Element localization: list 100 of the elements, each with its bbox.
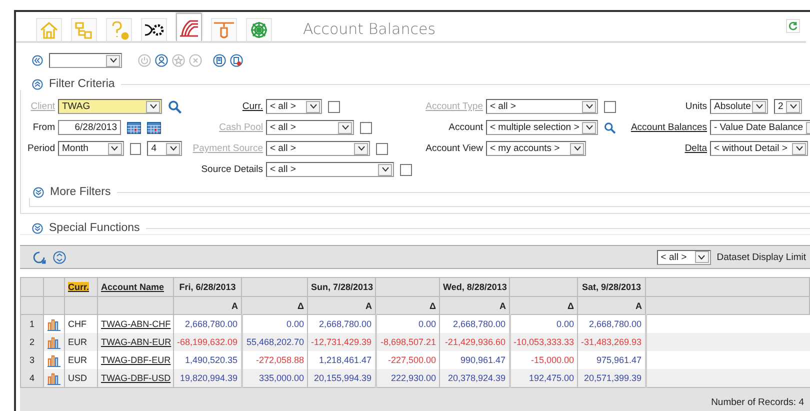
table-cell: -272,058.88 [256,355,304,365]
field-link[interactable]: Delta [684,143,707,154]
chevron-down-icon [796,146,802,151]
chevron-down-icon [358,146,364,151]
table-cell: 55,468,202.70 [246,337,304,347]
table-cell: -21,429,936.60 [444,337,506,347]
table-cell: 335,000.00 [258,373,304,383]
section-toggle[interactable] [32,78,43,90]
power-icon [138,54,151,67]
column-subheader: Δ [430,300,436,310]
table-cell: -227,500.00 [388,355,436,365]
limit-label: Dataset Display Limit [716,252,806,262]
record-count: Number of Records: 4 [711,397,804,408]
dropdown[interactable]: < all > [656,250,711,264]
table-cell: 192,475.00 [528,373,574,383]
column-header: Fri, 6/28/2013 [179,282,236,292]
chevron-down-icon [170,146,176,151]
dropdown[interactable]: < my accounts > [486,141,586,156]
dropdown[interactable]: < without Detail > [710,141,808,156]
dropdown[interactable]: Month [58,141,124,156]
bar-chart-icon[interactable] [47,354,61,366]
hand-icon [213,20,235,40]
chevron-down-icon [382,167,389,172]
date-field[interactable]: 6/28/2013 [58,120,121,135]
calendar-icon[interactable] [127,121,141,134]
double-chevron-down-icon [32,222,43,234]
table-cell: 2,668,780.00 [318,319,372,329]
table-cell: 975,961.47 [596,355,642,365]
account-link[interactable]: TWAG-DBF-EUR [101,355,171,365]
edit-icon [213,54,226,67]
table-cell: 990,961.47 [460,355,506,365]
waves-icon [178,18,200,38]
search-icon[interactable] [604,120,616,134]
section-toggle[interactable] [33,186,44,198]
search-icon[interactable] [168,100,182,114]
column-subheader: A [232,300,238,310]
dropdown[interactable]: < multiple selection > [486,120,598,135]
chevron-down-icon [790,104,796,109]
column-subheader: A [366,300,372,310]
field-link[interactable]: Curr. [242,101,263,112]
table-cell: 20,155,994.39 [314,373,372,383]
table-cell: -15,000.00 [530,355,574,365]
table-cell: -12,731,429.39 [311,337,372,347]
dropdown[interactable]: Absolute [710,99,768,114]
field-label: Source Details [201,164,263,175]
section-toggle[interactable] [32,222,43,234]
double-chevron-up-icon [32,78,43,90]
expand-button[interactable] [53,250,66,264]
chevron-down-icon [698,254,706,260]
chevron-down-icon [310,104,316,109]
column-header: Sat, 9/28/2013 [582,282,642,292]
checkbox[interactable] [130,142,142,154]
reset-button[interactable] [32,250,47,264]
section-title: More Filters [50,186,111,198]
collapse-button[interactable] [32,55,43,66]
table-cell: -31,483,269.93 [581,337,642,347]
house-icon [38,20,60,40]
chevron-down-icon [111,146,118,151]
chevron-down-icon [342,125,348,130]
checkbox[interactable] [328,100,340,112]
field-label: Account View [426,143,483,154]
row-number: 3 [29,355,34,365]
chevron-down-icon [150,104,157,109]
table-cell: 20,378,924.39 [448,373,506,383]
bar-chart-icon[interactable] [47,318,61,330]
dropdown[interactable]: < all > [266,99,322,114]
chevrons-up-down-icon [53,250,66,264]
close-icon [189,54,202,67]
chevron-down-icon [574,146,580,151]
dropdown[interactable] [49,53,122,68]
section-title: Filter Criteria [49,78,115,90]
dropdown[interactable]: 2 [774,99,802,114]
bar-chart-icon[interactable] [47,336,61,348]
bar-chart-icon[interactable] [47,372,61,384]
field-label: Units [685,101,707,112]
web-icon [248,20,270,40]
column-subheader: A [636,300,642,310]
table-cell: -8,698,507.21 [380,337,436,347]
dropdown[interactable]: 4 [147,141,182,156]
table-cell: USD [68,373,88,383]
checkbox[interactable] [400,164,412,176]
calendar-icon[interactable] [147,121,161,134]
table-cell: 0.00 [556,319,574,329]
toolbar-button[interactable] [213,54,226,67]
column-header[interactable]: Curr. [68,282,90,292]
row-number: 4 [29,373,34,383]
field-label: Account [448,122,483,133]
table-cell: EUR [68,337,88,347]
field-link[interactable]: Account Balances [630,122,707,133]
field-label: From [32,122,55,133]
toolbar-button[interactable] [230,54,243,67]
table-cell: 1,490,520.35 [184,355,238,365]
refresh-button[interactable] [786,19,800,33]
column-subheader: A [500,300,506,310]
dropdown[interactable]: - Value Date Balance [710,120,810,135]
column-header: Wed, 8/28/2013 [443,282,507,292]
star-icon [172,54,185,67]
table-cell: 0.00 [286,319,304,329]
toolbar-button[interactable] [155,54,168,67]
dropdown[interactable]: < all > [266,162,394,177]
